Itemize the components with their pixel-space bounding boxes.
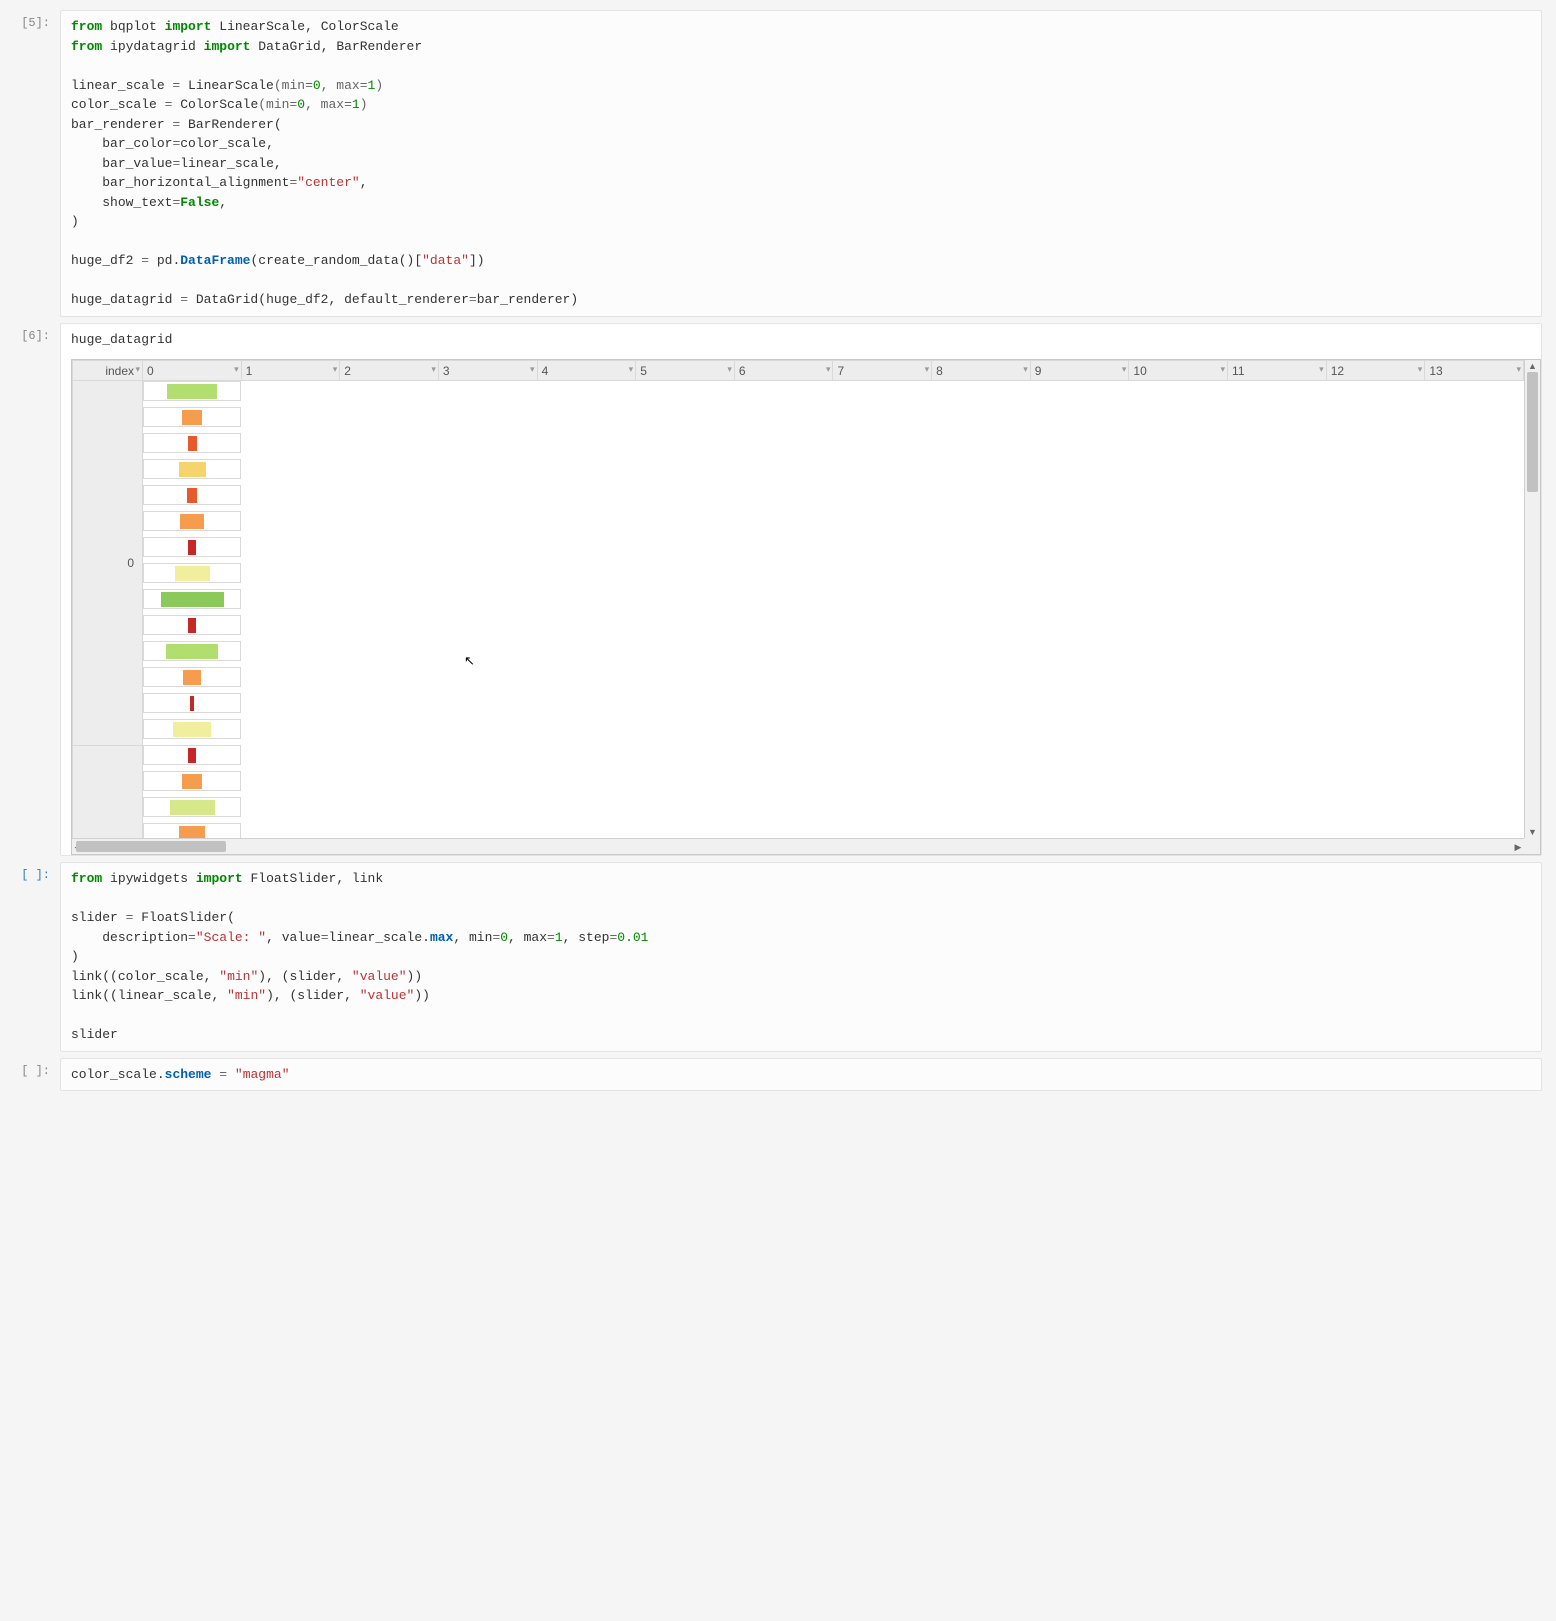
datagrid[interactable]: index▾0▾1▾2▾3▾4▾5▾6▾7▾8▾9▾10▾11▾12▾13▾01… [71,359,1541,855]
column-header[interactable]: 8▾ [932,361,1031,381]
filter-icon[interactable]: ▾ [1122,364,1127,375]
bar-cell[interactable] [143,667,241,687]
bar-cell[interactable] [143,381,241,401]
filter-icon[interactable]: ▾ [826,364,831,375]
prompt-6: [6]: [14,323,60,343]
filter-icon[interactable]: ▾ [234,364,239,375]
bar-cell[interactable] [143,641,241,661]
vertical-scrollbar-thumb[interactable] [1527,372,1538,492]
filter-icon[interactable]: ▾ [333,364,338,375]
horizontal-scrollbar[interactable]: ◀ ▶ [72,838,1524,854]
index-header[interactable]: index▾ [73,361,143,381]
code-cell-5: [5]: from bqplot import LinearScale, Col… [14,10,1542,317]
bar-cell[interactable] [143,563,241,583]
scroll-right-icon[interactable]: ▶ [1512,839,1524,854]
cell-6-body: huge_datagrid index▾0▾1▾2▾3▾4▾5▾6▾7▾8▾9▾… [60,323,1542,857]
filter-icon[interactable]: ▾ [431,364,436,375]
column-header[interactable]: 2▾ [340,361,439,381]
bar-cell[interactable] [143,797,241,817]
code-text-7: from ipywidgets import FloatSlider, link… [71,869,1531,1045]
bar-cell[interactable] [143,615,241,635]
filter-icon[interactable]: ▾ [530,364,535,375]
bar-cell[interactable] [143,745,241,765]
filter-icon[interactable]: ▾ [1516,364,1521,375]
bar-cell[interactable] [143,433,241,453]
code-text-8: color_scale.scheme = "magma" [71,1065,1531,1085]
column-header[interactable]: 6▾ [734,361,833,381]
prompt-8: [ ]: [14,1058,60,1078]
scroll-up-icon[interactable]: ▲ [1525,360,1540,372]
code-cell-8: [ ]: color_scale.scheme = "magma" [14,1058,1542,1092]
bar-cell[interactable] [143,485,241,505]
scroll-down-icon[interactable]: ▼ [1525,826,1540,838]
column-header[interactable]: 11▾ [1228,361,1327,381]
filter-icon[interactable]: ▾ [629,364,634,375]
bar-cell[interactable] [143,537,241,557]
bar-cell[interactable] [143,771,241,791]
column-header[interactable]: 0▾ [143,361,242,381]
column-header[interactable]: 12▾ [1326,361,1425,381]
code-cell-6: [6]: huge_datagrid index▾0▾1▾2▾3▾4▾5▾6▾7… [14,323,1542,857]
bar-cell[interactable] [143,693,241,713]
bar-cell[interactable] [143,511,241,531]
prompt-7: [ ]: [14,862,60,882]
code-input-5[interactable]: from bqplot import LinearScale, ColorSca… [60,10,1542,317]
code-input-8[interactable]: color_scale.scheme = "magma" [60,1058,1542,1092]
code-cell-7: [ ]: from ipywidgets import FloatSlider,… [14,862,1542,1052]
bar-cell[interactable] [143,407,241,427]
horizontal-scrollbar-thumb[interactable] [76,841,226,852]
datagrid-table[interactable]: index▾0▾1▾2▾3▾4▾5▾6▾7▾8▾9▾10▾11▾12▾13▾01… [72,360,1524,855]
column-header[interactable]: 5▾ [636,361,735,381]
bar-cell[interactable] [143,459,241,479]
column-header[interactable]: 10▾ [1129,361,1228,381]
bar-cell[interactable] [143,589,241,609]
filter-icon[interactable]: ▾ [1221,364,1226,375]
column-header[interactable]: 9▾ [1030,361,1129,381]
prompt-5: [5]: [14,10,60,30]
table-row: 0 [73,381,1524,746]
column-header[interactable]: 13▾ [1425,361,1524,381]
column-header[interactable]: 1▾ [241,361,340,381]
row-index[interactable]: 0 [73,381,143,746]
filter-icon[interactable]: ▾ [1319,364,1324,375]
filter-icon[interactable]: ▾ [135,364,140,375]
filter-icon[interactable]: ▾ [727,364,732,375]
code-text-6[interactable]: huge_datagrid [71,330,1541,350]
vertical-scrollbar[interactable]: ▲ ▼ [1524,360,1540,838]
scrollbar-corner [1524,838,1540,854]
column-header[interactable]: 4▾ [537,361,636,381]
code-text-5: from bqplot import LinearScale, ColorSca… [71,17,1531,310]
code-input-7[interactable]: from ipywidgets import FloatSlider, link… [60,862,1542,1052]
filter-icon[interactable]: ▾ [925,364,930,375]
filter-icon[interactable]: ▾ [1023,364,1028,375]
column-header[interactable]: 7▾ [833,361,932,381]
bar-cell[interactable] [143,719,241,739]
filter-icon[interactable]: ▾ [1418,364,1423,375]
column-header[interactable]: 3▾ [438,361,537,381]
